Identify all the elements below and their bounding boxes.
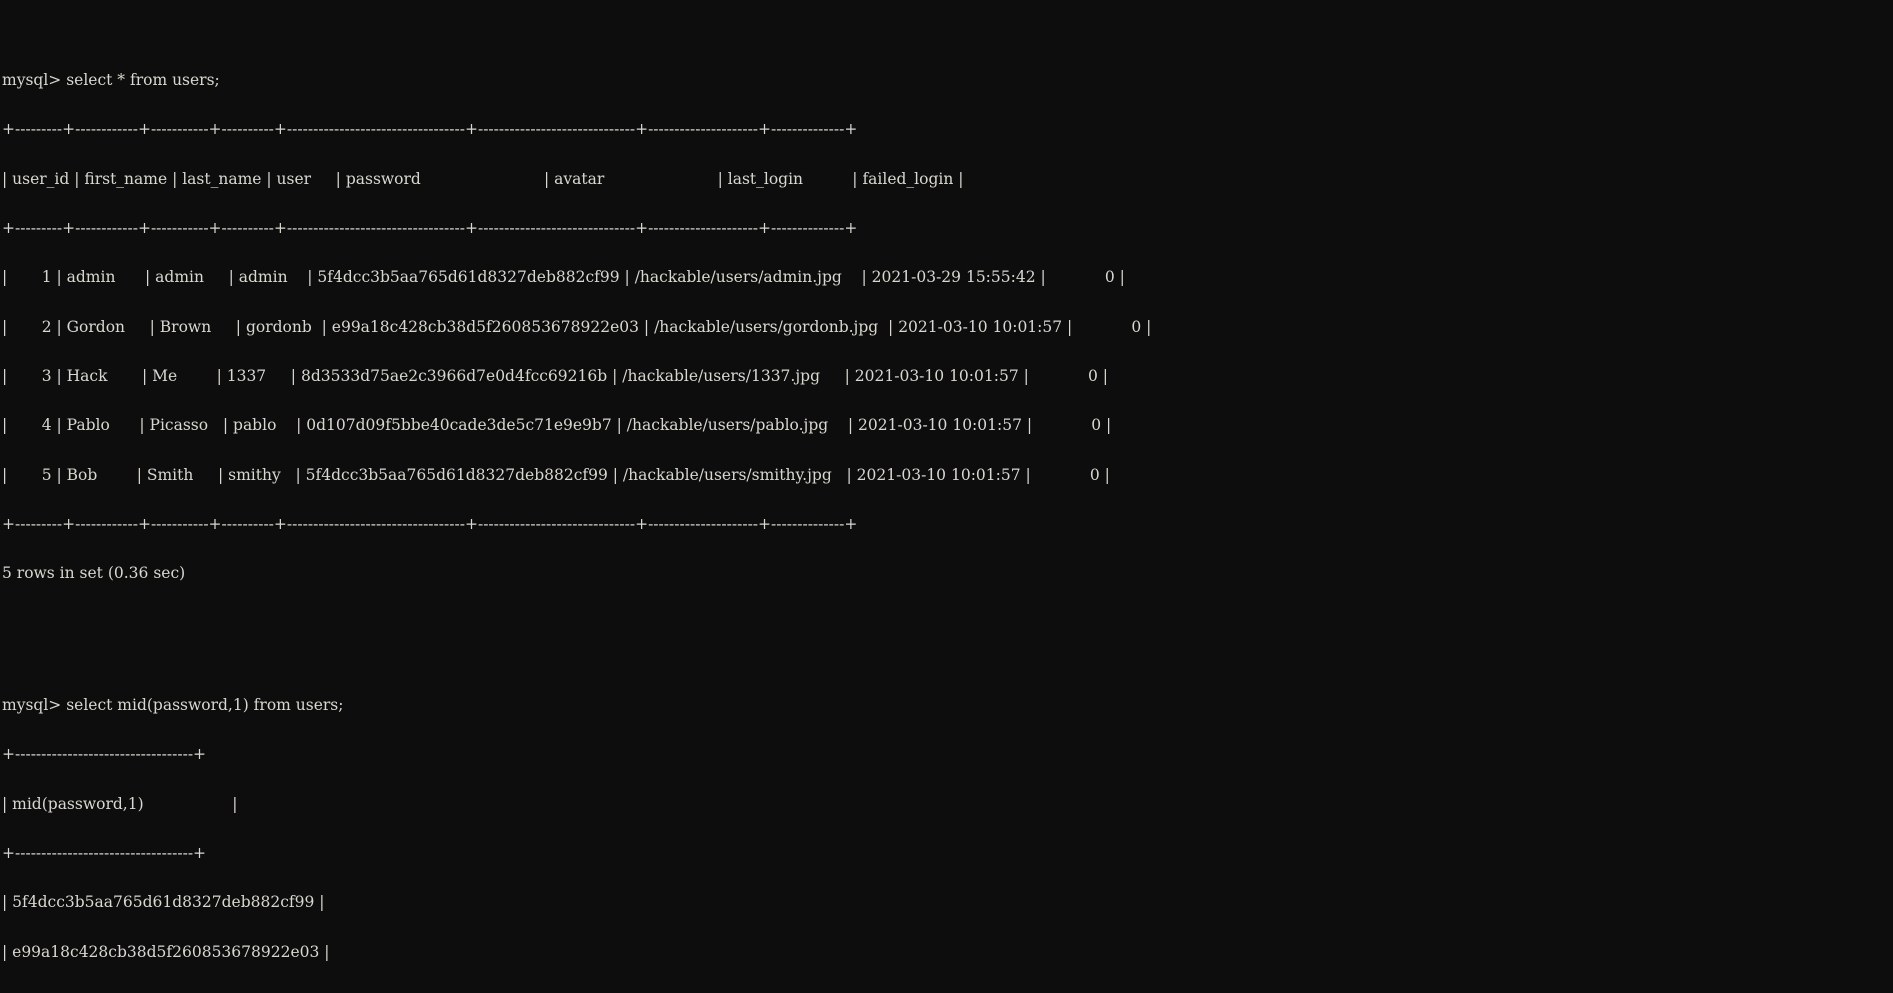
table-row: | e99a18c428cb38d5f260853678922e03 | xyxy=(2,942,330,961)
command-line: mysql> select * from users; xyxy=(2,70,220,89)
table-header: | mid(password,1) | xyxy=(2,794,238,813)
table-header: | user_id | first_name | last_name | use… xyxy=(2,169,964,188)
status-line: 5 rows in set (0.36 sec) xyxy=(2,564,186,583)
table-row: | 2 | Gordon | Brown | gordonb | e99a18c… xyxy=(2,317,1152,336)
table-rule-mid: +----------------------------------+ xyxy=(2,843,207,862)
table-row: | 4 | Pablo | Picasso | pablo | 0d107d09… xyxy=(2,416,1112,435)
terminal-screen[interactable]: mysql> select * from users; +---------+-… xyxy=(0,0,1893,993)
table-row: | 1 | admin | admin | admin | 5f4dcc3b5a… xyxy=(2,268,1125,287)
table-rule-mid: +---------+------------+-----------+----… xyxy=(2,218,858,237)
table-rule-top: +---------+------------+-----------+----… xyxy=(2,120,858,139)
table-row: | 3 | Hack | Me | 1337 | 8d3533d75ae2c39… xyxy=(2,366,1108,385)
table-rule-bottom: +---------+------------+-----------+----… xyxy=(2,514,858,533)
table-row: | 5f4dcc3b5aa765d61d8327deb882cf99 | xyxy=(2,893,325,912)
table-row: | 5 | Bob | Smith | smithy | 5f4dcc3b5aa… xyxy=(2,465,1110,484)
command-line: mysql> select mid(password,1) from users… xyxy=(2,695,344,714)
table-rule-top: +----------------------------------+ xyxy=(2,745,207,764)
